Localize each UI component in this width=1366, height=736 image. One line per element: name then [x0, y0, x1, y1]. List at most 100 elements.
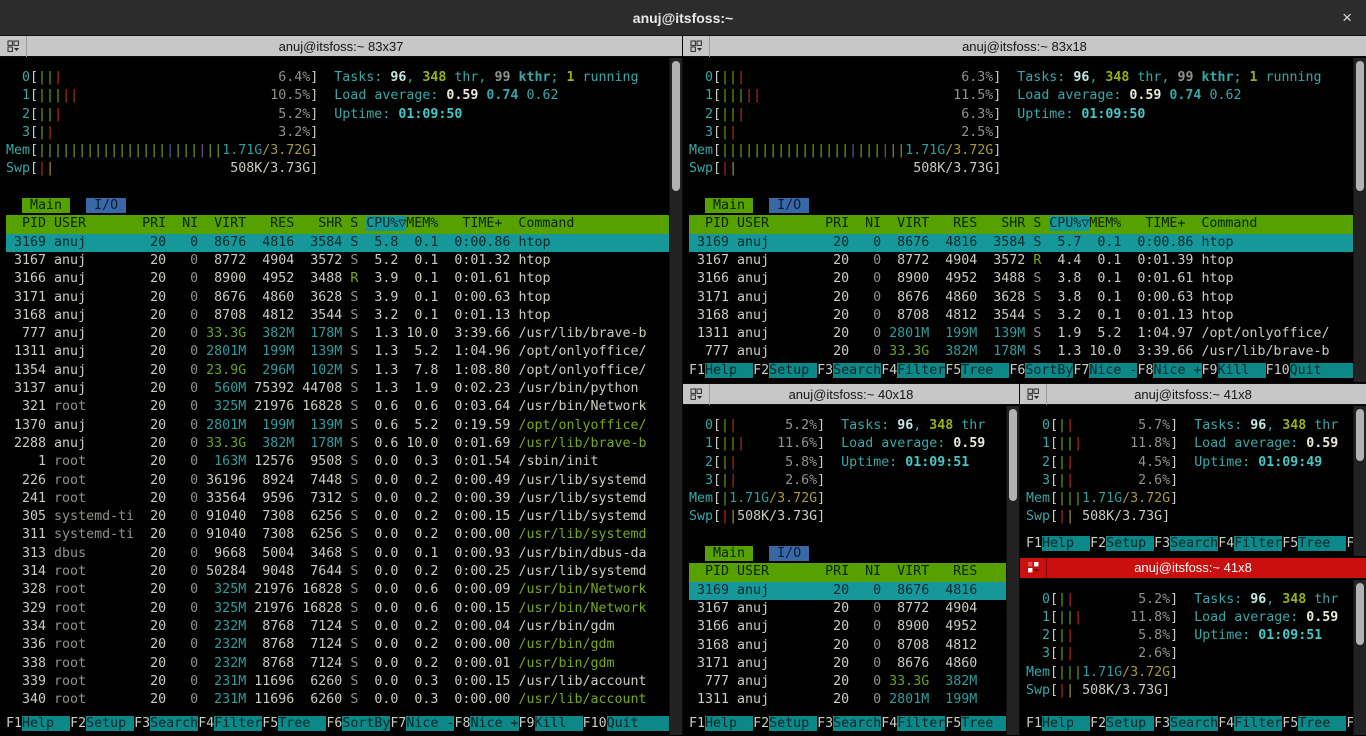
- scrollbar-thumb[interactable]: [1009, 409, 1017, 501]
- function-key-bar[interactable]: F1Help F2Setup F3SearchF4FilterF5Tree F6…: [689, 362, 1366, 380]
- pane-menu-icon[interactable]: [0, 36, 27, 57]
- scrollbar[interactable]: [1353, 58, 1366, 382]
- process-row[interactable]: 2288 anuj 20 0 33.3G 382M 178M S 0.6 10.…: [6, 435, 682, 453]
- pane-menu-icon[interactable]: [683, 384, 710, 405]
- text-segment: F3: [134, 716, 150, 731]
- text-segment: Search: [1170, 716, 1218, 731]
- function-key-bar[interactable]: F1Help F2Setup F3SearchF4FilterF5Tree F: [1026, 535, 1366, 553]
- pane-menu-icon[interactable]: [1020, 384, 1047, 405]
- terminal-41x8-active[interactable]: 0[|| 5.2%] Tasks: 96, 348 thr 1[||| 11.8…: [1020, 579, 1366, 736]
- text-segment: 0: [174, 509, 206, 524]
- scrollbar[interactable]: [669, 58, 682, 735]
- text-segment: Tasks:: [334, 70, 390, 85]
- pane-titlebar[interactable]: anuj@itsfoss:~ 41x8: [1020, 558, 1366, 579]
- text-segment: |||: [721, 88, 745, 103]
- process-row[interactable]: 3166 anuj 20 0 8900 4952: [689, 618, 1019, 636]
- text-segment: ]: [817, 473, 825, 488]
- text-segment: 0.0: [366, 582, 406, 597]
- process-row[interactable]: 777 anuj 20 0 33.3G 382M 178M S 1.3 10.0…: [6, 325, 682, 343]
- scrollbar[interactable]: [1353, 580, 1366, 735]
- process-row[interactable]: 3167 anuj 20 0 8772 4904: [689, 600, 1019, 618]
- process-row[interactable]: 314 root 20 0 50284 9048 7644 S 0.0 0.2 …: [6, 563, 682, 581]
- process-row[interactable]: 340 root 20 0 231M 11696 6260 S 0.0 0.3 …: [6, 691, 682, 709]
- process-row[interactable]: 339 root 20 0 231M 11696 6260 S 0.0 0.3 …: [6, 673, 682, 691]
- text-segment: F1: [689, 363, 705, 378]
- terminal-40x18[interactable]: 0[|| 5.2%] Tasks: 96, 348 thr 1[||| 11.6…: [683, 405, 1019, 736]
- process-row[interactable]: 777 anuj 20 0 33.3G 382M: [689, 673, 1019, 691]
- text-segment: 0:00.25: [446, 564, 518, 579]
- process-row[interactable]: 3171 anuj 20 0 8676 4860 3628 S 3.9 0.1 …: [6, 289, 682, 307]
- scrollbar[interactable]: [1353, 406, 1366, 556]
- process-row[interactable]: 1311 anuj 20 0 2801M 199M 139M S 1.3 5.2…: [6, 343, 682, 361]
- text-segment: 1: [689, 436, 713, 451]
- process-row[interactable]: 1 root 20 0 163M 12576 9508 S 0.0 0.3 0:…: [6, 453, 682, 471]
- text-segment: 8676: [889, 583, 937, 598]
- terminal-41x8-top[interactable]: 0[|| 5.7%] Tasks: 96, 348 thr 1[||| 11.8…: [1020, 405, 1366, 557]
- process-row[interactable]: 3167 anuj 20 0 8772 4904 3572 R 4.4 0.1 …: [689, 252, 1366, 270]
- text-segment: 4952: [937, 271, 985, 286]
- process-row[interactable]: 3168 anuj 20 0 8708 4812 3544 S 3.2 0.1 …: [689, 307, 1366, 325]
- process-row[interactable]: 336 root 20 0 232M 8768 7124 S 0.0 0.2 0…: [6, 636, 682, 654]
- scrollbar-thumb[interactable]: [1356, 583, 1364, 645]
- text-segment: 382M: [937, 344, 985, 359]
- text-segment: 10.0: [406, 436, 446, 451]
- text-segment: [1178, 610, 1194, 625]
- window-titlebar[interactable]: anuj@itsfoss:~ ×: [0, 0, 1366, 36]
- terminal-line: [6, 179, 682, 197]
- process-row[interactable]: 3169 anuj 20 0 8676 4816 3584 S 5.8 0.1 …: [6, 234, 682, 252]
- process-row[interactable]: 3169 anuj 20 0 8676 4816 3584 S 5.7 0.1 …: [689, 234, 1366, 252]
- text-segment: [1178, 628, 1194, 643]
- process-row[interactable]: 226 root 20 0 36196 8924 7448 S 0.0 0.2 …: [6, 472, 682, 490]
- process-row[interactable]: 1370 anuj 20 0 2801M 199M 139M S 0.6 5.2…: [6, 417, 682, 435]
- text-segment: Load average:: [1194, 610, 1306, 625]
- function-key-bar[interactable]: F1Help F2Setup F3SearchF4FilterF5Tree: [689, 715, 1019, 733]
- process-row[interactable]: 311 systemd-ti 20 0 91040 7308 6256 S 0.…: [6, 526, 682, 544]
- text-segment: 0: [857, 619, 889, 634]
- process-row[interactable]: 3168 anuj 20 0 8708 4812: [689, 637, 1019, 655]
- process-row[interactable]: 3171 anuj 20 0 8676 4860: [689, 655, 1019, 673]
- process-row[interactable]: 777 anuj 20 0 33.3G 382M 178M S 1.3 10.0…: [689, 343, 1366, 361]
- process-row[interactable]: 1354 anuj 20 0 23.9G 296M 102M S 1.3 7.8…: [6, 362, 682, 380]
- process-row[interactable]: 241 root 20 0 33564 9596 7312 S 0.0 0.2 …: [6, 490, 682, 508]
- process-row[interactable]: 328 root 20 0 325M 21976 16828 S 0.0 0.6…: [6, 581, 682, 599]
- process-row[interactable]: 1311 anuj 20 0 2801M 199M 139M S 1.9 5.2…: [689, 325, 1366, 343]
- process-row[interactable]: 334 root 20 0 232M 8768 7124 S 0.0 0.2 0…: [6, 618, 682, 636]
- process-row[interactable]: 3169 anuj 20 0 8676 4816: [689, 582, 1019, 600]
- text-segment: /opt/onlyoffice/: [1201, 326, 1329, 341]
- text-segment: 1311: [689, 326, 737, 341]
- text-segment: Tasks:: [841, 418, 897, 433]
- pane-titlebar[interactable]: anuj@itsfoss:~ 40x18: [683, 384, 1019, 405]
- process-row[interactable]: 3137 anuj 20 0 560M 75392 44708 S 1.3 1.…: [6, 380, 682, 398]
- process-row[interactable]: 313 dbus 20 0 9668 5004 3468 S 0.0 0.1 0…: [6, 545, 682, 563]
- pane-titlebar[interactable]: anuj@itsfoss:~ 83x37: [0, 36, 682, 57]
- terminal-83x18[interactable]: 0[||| 6.3%] Tasks: 96, 348 thr, 99 kthr;…: [683, 57, 1366, 383]
- text-segment: 0:00.15: [446, 509, 518, 524]
- process-row[interactable]: 329 root 20 0 325M 21976 16828 S 0.0 0.6…: [6, 600, 682, 618]
- scrollbar-thumb[interactable]: [1356, 409, 1364, 461]
- process-row[interactable]: 3171 anuj 20 0 8676 4860 3628 S 3.8 0.1 …: [689, 289, 1366, 307]
- process-row[interactable]: 1311 anuj 20 0 2801M 199M: [689, 691, 1019, 709]
- function-key-bar[interactable]: F1Help F2Setup F3SearchF4FilterF5Tree F: [1026, 715, 1366, 733]
- scrollbar-thumb[interactable]: [672, 61, 680, 191]
- pane-titlebar[interactable]: anuj@itsfoss:~ 41x8: [1020, 384, 1366, 405]
- process-row[interactable]: 3166 anuj 20 0 8900 4952 3488 R 3.9 0.1 …: [6, 270, 682, 288]
- pane-menu-icon[interactable]: [683, 36, 710, 57]
- scrollbar[interactable]: [1006, 406, 1019, 735]
- process-row[interactable]: 3166 anuj 20 0 8900 4952 3488 S 3.8 0.1 …: [689, 270, 1366, 288]
- text-segment: S: [1033, 271, 1049, 286]
- function-key-bar[interactable]: F1Help F2Setup F3SearchF4FilterF5Tree F6…: [6, 715, 682, 733]
- close-icon[interactable]: ×: [1342, 8, 1352, 28]
- pane-titlebar[interactable]: anuj@itsfoss:~ 83x18: [683, 36, 1366, 57]
- text-segment: anuj: [737, 235, 825, 250]
- process-row[interactable]: 321 root 20 0 325M 21976 16828 S 0.6 0.6…: [6, 398, 682, 416]
- text-segment: 0: [174, 326, 206, 341]
- terminal-83x37[interactable]: 0[||| 6.4%] Tasks: 96, 348 thr, 99 kthr;…: [0, 57, 682, 736]
- pane-menu-icon[interactable]: [1020, 557, 1047, 578]
- scrollbar-thumb[interactable]: [1356, 61, 1364, 191]
- process-row[interactable]: 305 systemd-ti 20 0 91040 7308 6256 S 0.…: [6, 508, 682, 526]
- text-segment: 1: [1026, 610, 1050, 625]
- process-row[interactable]: 3168 anuj 20 0 8708 4812 3544 S 3.2 0.1 …: [6, 307, 682, 325]
- process-row[interactable]: 338 root 20 0 232M 8768 7124 S 0.0 0.2 0…: [6, 655, 682, 673]
- text-segment: 16828: [302, 601, 350, 616]
- process-row[interactable]: 3167 anuj 20 0 8772 4904 3572 S 5.2 0.1 …: [6, 252, 682, 270]
